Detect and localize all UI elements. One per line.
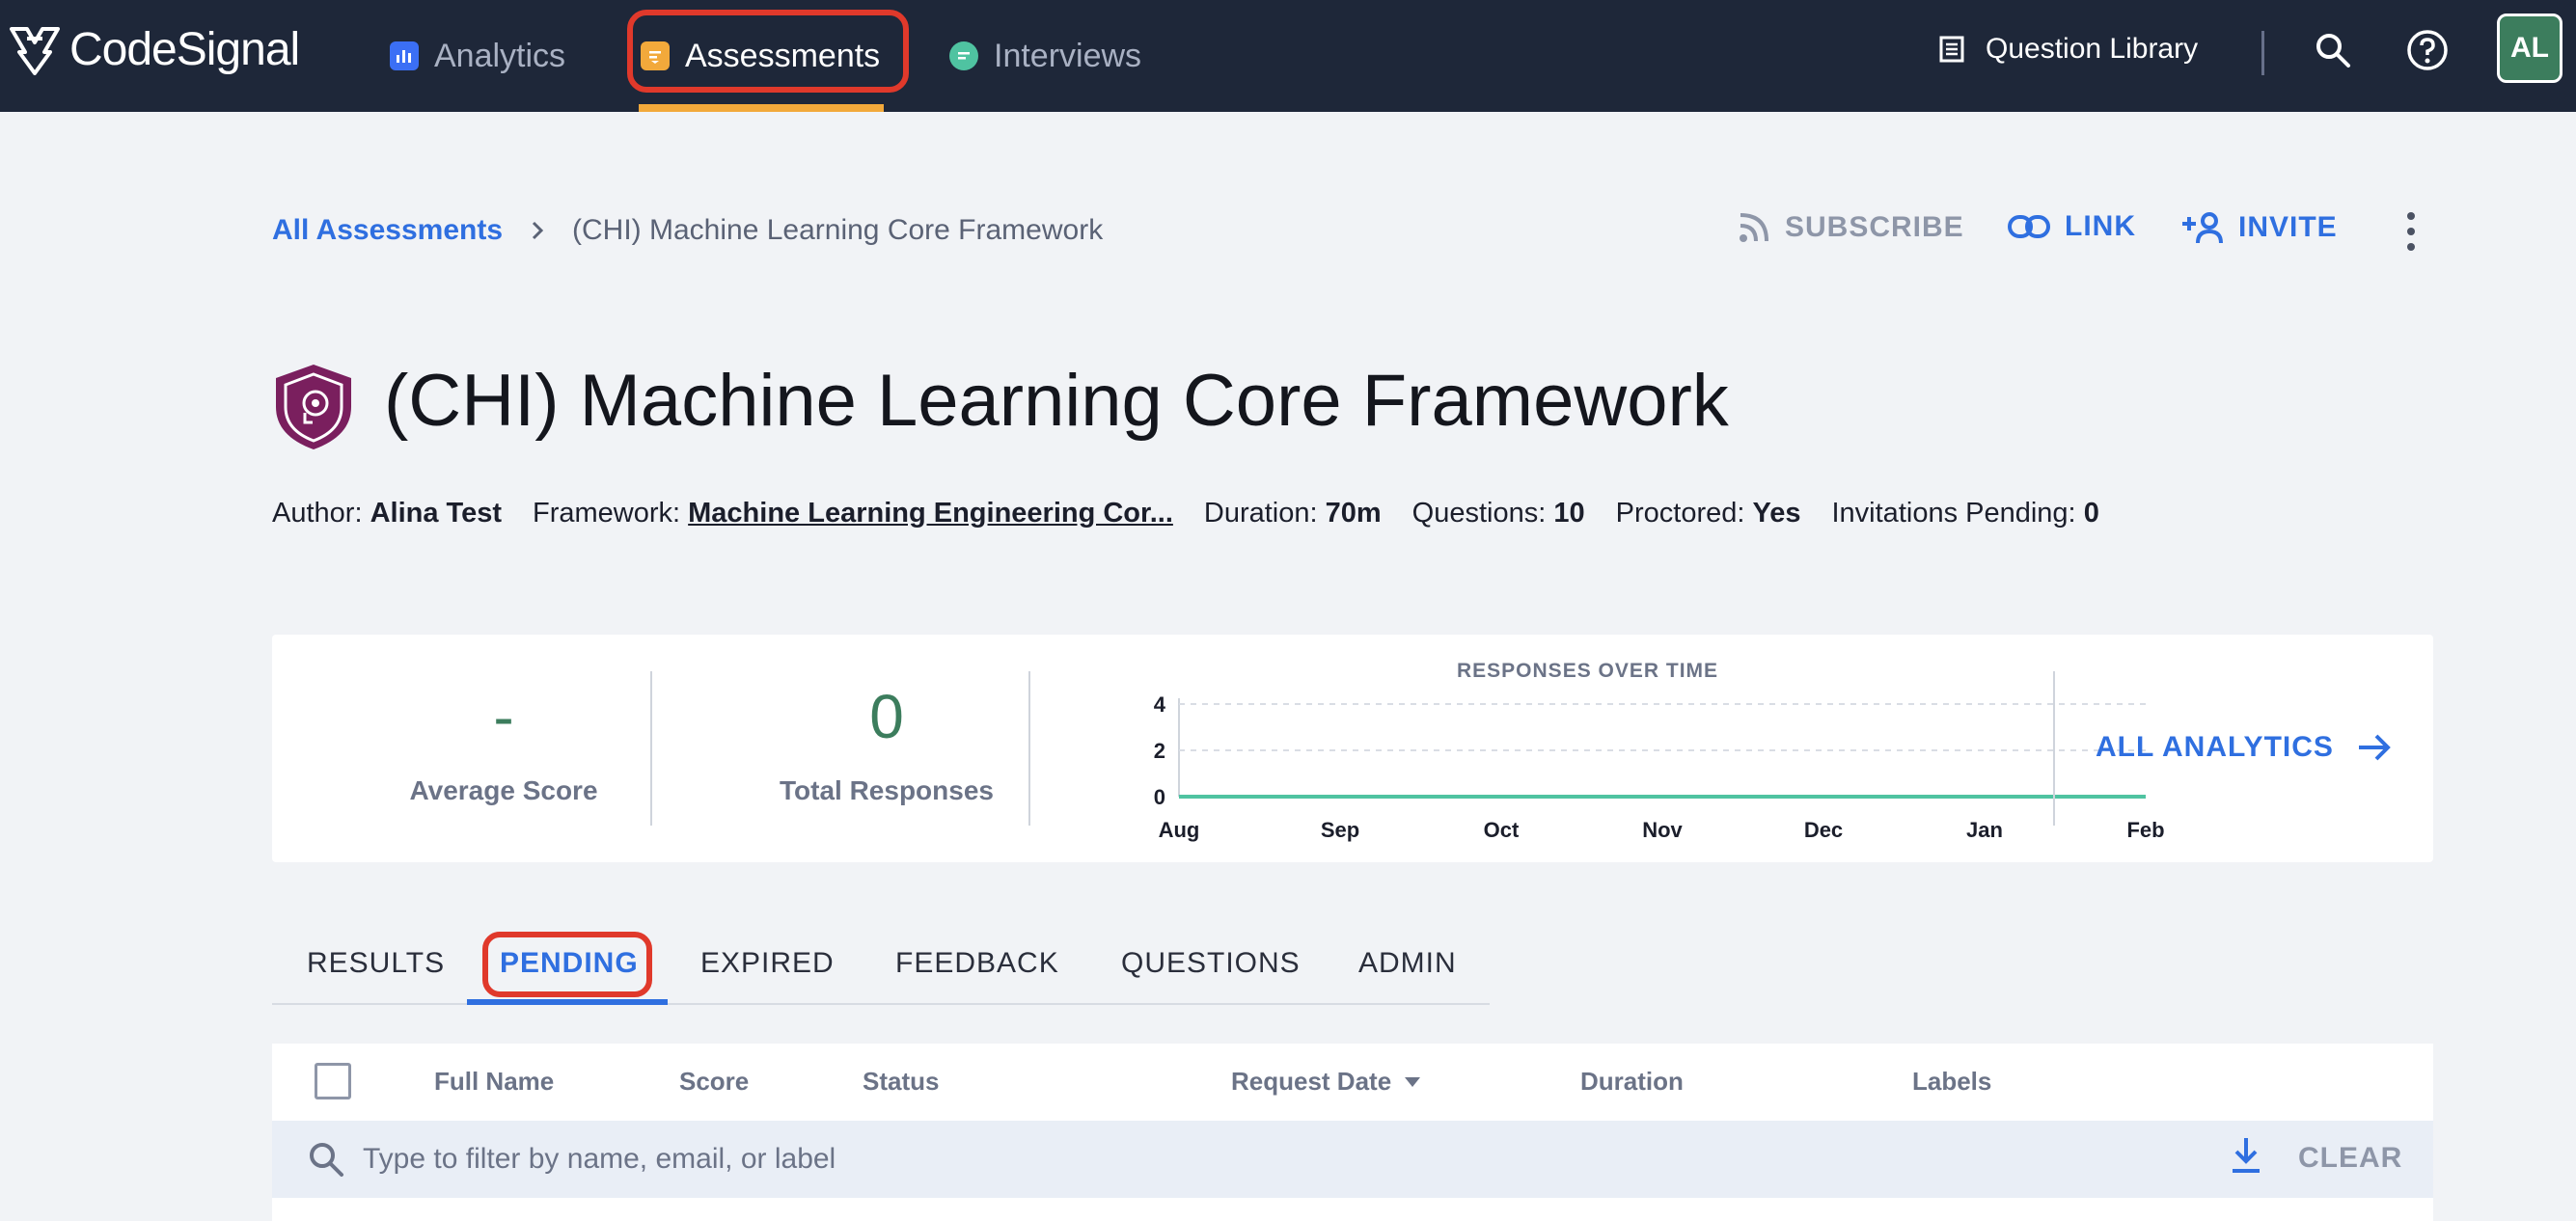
- breadcrumb-current: (CHI) Machine Learning Core Framework: [572, 214, 1104, 246]
- nav-assessments-label: Assessments: [685, 37, 881, 74]
- stat-divider: [650, 671, 652, 826]
- total-responses-label: Total Responses: [780, 775, 994, 805]
- chevron-right-icon: [532, 221, 544, 240]
- breadcrumb-all-assessments[interactable]: All Assessments: [272, 214, 503, 247]
- x-tick-label: Oct: [1484, 818, 1520, 842]
- link-label: LINK: [2065, 210, 2136, 242]
- average-score-stat: - Average Score: [369, 635, 639, 862]
- invite-label: INVITE: [2238, 211, 2338, 243]
- filter-row: CLEAR: [272, 1121, 2433, 1198]
- nav-divider: [2261, 31, 2264, 75]
- tab-admin[interactable]: ADMIN: [1358, 947, 1457, 980]
- y-tick-label: 2: [1154, 739, 1165, 763]
- tab-pending[interactable]: PENDING: [500, 947, 639, 980]
- responses-over-time-chart: 4 2 0 Aug Sep Oct Nov Dec Jan Feb: [1154, 692, 2165, 842]
- select-all-checkbox[interactable]: [315, 1063, 351, 1099]
- breadcrumb: All Assessments (CHI) Machine Learning C…: [272, 214, 1103, 247]
- all-analytics-link[interactable]: ALL ANALYTICS: [2096, 731, 2392, 764]
- nav-interviews-label: Interviews: [994, 37, 1142, 74]
- average-score-value: -: [493, 682, 514, 751]
- subscribe-button[interactable]: SUBSCRIBE: [1737, 210, 1964, 245]
- tab-feedback[interactable]: FEEDBACK: [895, 947, 1059, 980]
- nav-analytics-label: Analytics: [434, 37, 566, 74]
- active-nav-underline: [639, 104, 884, 112]
- assessment-tabs: RESULTS PENDING EXPIRED FEEDBACK QUESTIO…: [272, 926, 1490, 1005]
- arrow-right-icon: [2358, 734, 2391, 761]
- book-icon: [1939, 36, 1964, 63]
- avatar[interactable]: AL: [2497, 14, 2562, 83]
- x-tick-label: Nov: [1642, 818, 1683, 842]
- table-body-start: [272, 1198, 2433, 1221]
- column-status[interactable]: Status: [863, 1067, 939, 1097]
- meta-proctored: Proctored: Yes: [1615, 498, 1801, 529]
- page-title: (CHI) Machine Learning Core Framework: [384, 360, 1729, 442]
- column-request-date[interactable]: Request Date: [1231, 1067, 1421, 1097]
- column-full-name[interactable]: Full Name: [434, 1067, 554, 1097]
- filter-input[interactable]: [363, 1136, 2099, 1182]
- total-responses-value: 0: [869, 682, 904, 751]
- question-library-label: Question Library: [1986, 33, 2199, 65]
- bar-chart-icon: [390, 41, 419, 70]
- column-duration[interactable]: Duration: [1580, 1067, 1684, 1097]
- meta-duration: Duration: 70m: [1203, 498, 1382, 529]
- total-responses-stat: 0 Total Responses: [747, 635, 1027, 862]
- assessment-icon: [641, 41, 670, 70]
- nav-analytics[interactable]: Analytics: [390, 0, 565, 112]
- rss-icon: [1740, 213, 1768, 242]
- add-person-icon: [2182, 212, 2223, 244]
- tab-results[interactable]: RESULTS: [307, 947, 445, 980]
- chart-title: RESPONSES OVER TIME: [1457, 660, 1719, 682]
- stat-divider: [2053, 671, 2055, 826]
- active-tab-underline: [467, 999, 668, 1005]
- stat-divider: [1028, 671, 1030, 826]
- tab-questions[interactable]: QUESTIONS: [1121, 947, 1301, 980]
- stats-card: - Average Score 0 Total Responses RESPON…: [272, 635, 2433, 862]
- invite-button[interactable]: INVITE: [2180, 210, 2338, 245]
- nav-assessments[interactable]: Assessments: [641, 0, 880, 112]
- link-button[interactable]: LINK: [2007, 210, 2136, 243]
- x-tick-label: Dec: [1804, 818, 1843, 842]
- x-tick-label: Feb: [2126, 818, 2164, 842]
- search-icon: [310, 1143, 343, 1177]
- all-analytics-label: ALL ANALYTICS: [2096, 731, 2334, 763]
- x-tick-label: Jan: [1966, 818, 2003, 842]
- codesignal-logo-icon: [10, 26, 60, 75]
- framework-shield-icon: [270, 361, 357, 453]
- sort-down-icon: [1405, 1076, 1421, 1087]
- meta-questions: Questions: 10: [1411, 498, 1585, 529]
- link-icon: [2008, 215, 2050, 238]
- help-icon[interactable]: [2402, 25, 2453, 75]
- column-score[interactable]: Score: [679, 1067, 749, 1097]
- x-tick-label: Aug: [1159, 818, 1200, 842]
- meta-framework: Framework: Machine Learning Engineering …: [533, 498, 1173, 529]
- download-icon[interactable]: [2229, 1136, 2263, 1175]
- subscribe-label: SUBSCRIBE: [1785, 211, 1964, 243]
- top-navigation: CodeSignal Analytics Assessments Intervi…: [0, 0, 2576, 112]
- clear-button[interactable]: CLEAR: [2298, 1142, 2402, 1175]
- assessment-meta: Author: Alina Test Framework: Machine Le…: [272, 498, 2099, 529]
- meta-author: Author: Alina Test: [272, 498, 502, 529]
- chat-bubble-icon: [949, 41, 978, 70]
- x-tick-label: Sep: [1321, 818, 1359, 842]
- tab-expired[interactable]: EXPIRED: [700, 947, 835, 980]
- nav-interviews[interactable]: Interviews: [949, 0, 1141, 112]
- question-library-link[interactable]: Question Library: [1939, 0, 2198, 98]
- column-labels[interactable]: Labels: [1912, 1067, 1991, 1097]
- codesignal-logo[interactable]: CodeSignal: [8, 23, 300, 76]
- table-header: Full Name Score Status Request Date Dura…: [272, 1044, 2433, 1121]
- logo-text: CodeSignal: [69, 24, 300, 75]
- y-tick-label: 0: [1154, 785, 1165, 809]
- more-options-icon[interactable]: [2397, 212, 2425, 251]
- meta-invitations-pending: Invitations Pending: 0: [1831, 498, 2099, 529]
- search-icon[interactable]: [2308, 25, 2358, 75]
- y-tick-label: 4: [1154, 692, 1166, 717]
- average-score-label: Average Score: [409, 775, 598, 805]
- framework-link[interactable]: Machine Learning Engineering Cor...: [688, 498, 1173, 529]
